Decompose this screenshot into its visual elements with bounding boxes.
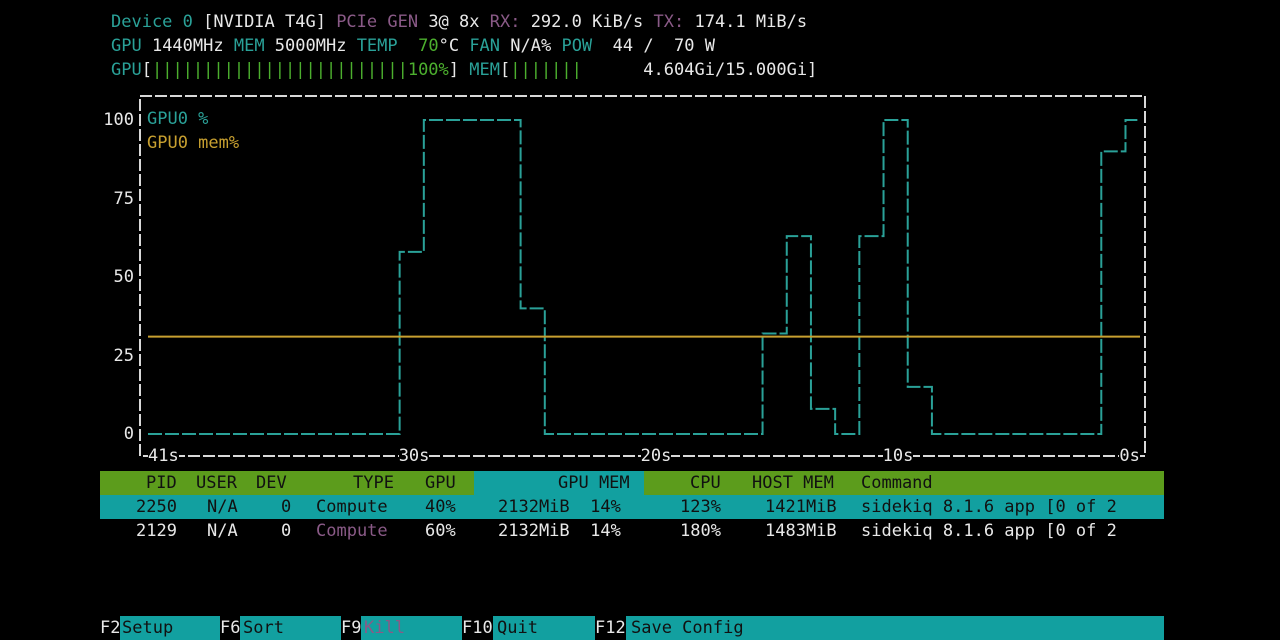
cell-dev: 0 [281, 521, 292, 541]
cell-user: N/A [207, 497, 238, 517]
legend-gpu-mem: GPU0 mem% [147, 133, 240, 153]
cell-user: N/A [207, 521, 238, 541]
cell-gpu: 60% [425, 521, 456, 541]
header-gpu[interactable]: GPU [425, 471, 456, 495]
cell-pid: 2129 [136, 521, 177, 541]
cell-cpu: 123% [680, 497, 721, 517]
process-row[interactable]: 2129 N/A 0 Compute 60% 2132MiB 14% 180% … [100, 519, 1164, 543]
setup-button[interactable]: Setup [122, 616, 220, 640]
fkey-f6[interactable]: F6 [220, 616, 241, 640]
header-user[interactable]: USER [196, 471, 237, 495]
cell-command: sidekiq 8.1.6 app [0 of 2 [861, 521, 1117, 541]
x-tick-label: 10s [882, 445, 914, 467]
header-dev[interactable]: DEV [256, 471, 287, 495]
y-tick-label: 0 [123, 424, 134, 444]
y-tick-label: 75 [113, 188, 134, 209]
header-pid[interactable]: PID [146, 471, 177, 495]
chart-svg [139, 95, 1146, 457]
y-tick-label: 100 [103, 110, 134, 130]
x-tick-label: 30s [398, 445, 430, 467]
cell-command: sidekiq 8.1.6 app [0 of 2 [861, 497, 1117, 517]
cell-host-mem: 1421MiB [765, 497, 837, 517]
series-gpu-util-line [148, 119, 1140, 435]
chart-frame [139, 95, 1146, 457]
save-config-button[interactable]: Save Config [631, 616, 1164, 640]
quit-button[interactable]: Quit [497, 616, 595, 640]
y-tick-label: 25 [113, 345, 134, 366]
y-tick-label: 50 [113, 267, 134, 287]
x-tick-label: 41s [148, 445, 179, 467]
cell-type: Compute [316, 497, 388, 517]
fkey-f2[interactable]: F2 [100, 616, 121, 640]
function-key-bar: F2 Setup F6 Sort F9 Kill F10 Quit F12 Sa… [100, 616, 1164, 640]
cell-gpu: 40% [425, 497, 456, 517]
x-tick-label: 0s [1119, 445, 1140, 467]
header-cpu[interactable]: CPU [690, 471, 721, 495]
sort-button[interactable]: Sort [243, 616, 341, 640]
cell-pid: 2250 [136, 497, 177, 517]
cell-host-mem: 1483MiB [765, 521, 837, 541]
fkey-f9[interactable]: F9 [341, 616, 362, 640]
process-row-selected[interactable]: 2250 N/A 0 Compute 40% 2132MiB 14% 123% … [100, 495, 1164, 519]
cell-dev: 0 [281, 497, 292, 517]
gpu-usage-chart: 100 75 50 25 0 41s 30s 20s 10s 0s GPU0 % GPU0 me… [0, 0, 1280, 470]
fkey-f12[interactable]: F12 [595, 616, 626, 640]
kill-button[interactable]: Kill [364, 616, 462, 640]
cell-gpu-mem: 2132MiB 14% [498, 497, 621, 517]
process-table-header: PID USER DEV TYPE GPU GPU MEM CPU HOST M… [100, 471, 1164, 495]
header-host-mem[interactable]: HOST MEM [752, 471, 834, 495]
cell-gpu-mem: 2132MiB 14% [498, 521, 621, 541]
cell-type: Compute [316, 521, 388, 541]
header-type[interactable]: TYPE [353, 471, 394, 495]
fkey-f10[interactable]: F10 [462, 616, 493, 640]
header-command[interactable]: Command [861, 471, 933, 495]
header-gpu-mem[interactable]: GPU MEM [558, 471, 630, 495]
x-tick-label: 20s [640, 445, 672, 467]
legend-gpu-util: GPU0 % [147, 109, 209, 129]
cell-cpu: 180% [680, 521, 721, 541]
